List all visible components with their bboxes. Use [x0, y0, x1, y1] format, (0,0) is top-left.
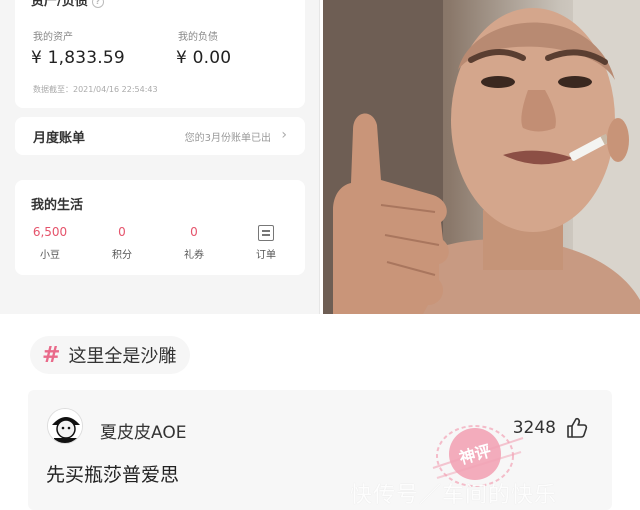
assets-title-text: 资产/负债: [31, 0, 88, 9]
assets-value[interactable]: ¥ 1,833.59: [31, 48, 125, 68]
watermark-text: 快传号／车间的快乐: [350, 483, 558, 508]
topic-tag-text: 这里全是沙雕: [68, 346, 177, 367]
wallet-screenshot: 资产/负债? 我的资产 ¥ 1,833.59 我的负债 ¥ 0.00 数据截至：…: [0, 0, 320, 314]
avatar-image: [48, 409, 82, 443]
thumbs-up-icon[interactable]: [566, 417, 588, 443]
life-item-label: 小豆: [40, 250, 60, 261]
life-item-orders[interactable]: 订单: [236, 225, 296, 261]
hash-icon: #: [42, 342, 61, 368]
monthly-bill-row[interactable]: 月度账单 您的3月份账单已出 ›: [15, 117, 305, 155]
assets-label: 我的资产: [33, 32, 73, 43]
life-item-label: 礼券: [184, 250, 204, 261]
assets-section-title: 资产/负债?: [31, 0, 104, 9]
my-life-card: 我的生活 6,500 小豆 0 积分 0 礼券 订单: [15, 180, 305, 275]
life-item-value: 0: [118, 225, 126, 239]
life-item-value: 0: [190, 225, 198, 239]
photo-illustration: [323, 0, 640, 314]
life-item-beans[interactable]: 6,500 小豆: [20, 225, 80, 261]
comment-text: 先买瓶莎普爱思: [46, 464, 180, 486]
my-life-title: 我的生活: [31, 198, 84, 213]
assets-card: 资产/负债? 我的资产 ¥ 1,833.59 我的负债 ¥ 0.00 数据截至：…: [15, 0, 305, 108]
life-item-value: 6,500: [32, 225, 68, 239]
avatar[interactable]: [47, 408, 83, 444]
life-item-coupons[interactable]: 0 礼券: [164, 225, 224, 261]
life-item-points[interactable]: 0 积分: [92, 225, 152, 261]
life-item-label: 订单: [256, 250, 276, 261]
debt-label: 我的负债: [178, 32, 218, 43]
monthly-bill-title: 月度账单: [33, 131, 86, 146]
monthly-bill-note: 您的3月份账单已出: [184, 133, 271, 144]
life-item-label: 积分: [112, 250, 132, 261]
data-cutoff-time: 数据截至：2021/04/16 22:54:43: [33, 85, 158, 94]
info-icon[interactable]: ?: [91, 0, 104, 8]
chevron-right-icon: ›: [281, 127, 287, 143]
topic-tag[interactable]: # 这里全是沙雕: [30, 336, 191, 374]
debt-value[interactable]: ¥ 0.00: [176, 48, 231, 68]
order-icon: [258, 225, 274, 241]
photo-thumbs-up: [323, 0, 640, 314]
comment-username[interactable]: 夏皮皮AOE: [100, 418, 186, 443]
